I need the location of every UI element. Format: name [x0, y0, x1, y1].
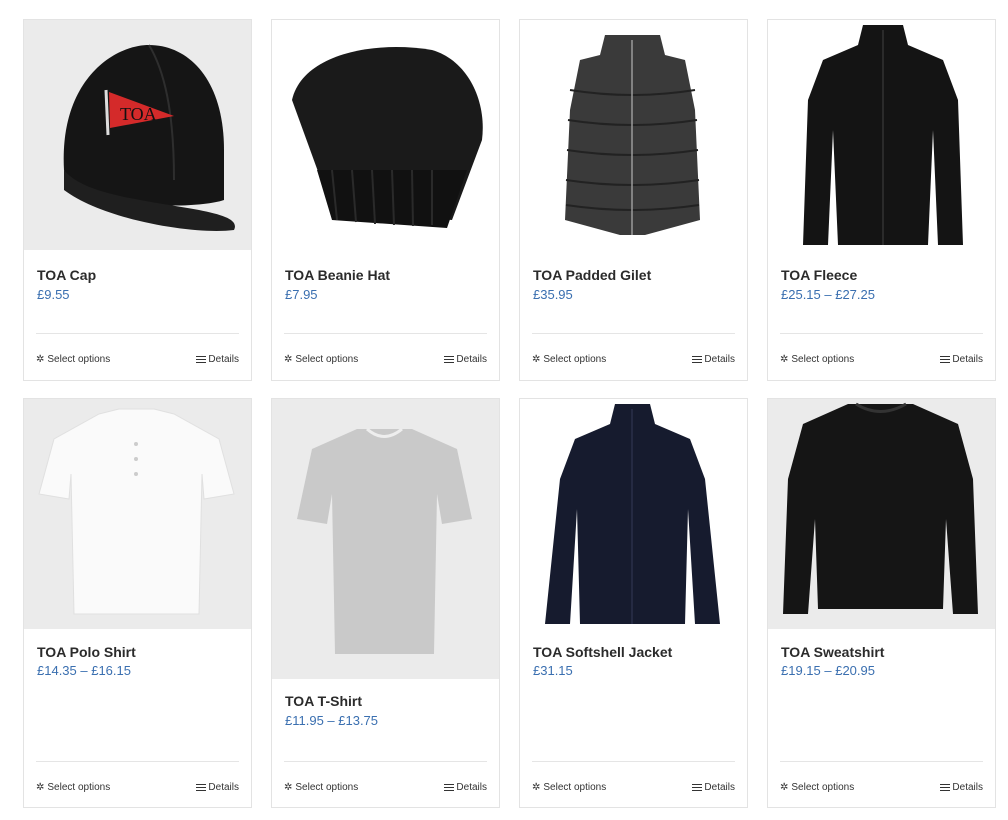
product-image[interactable] [272, 20, 499, 250]
gear-icon: ✲ [284, 781, 293, 793]
divider [36, 333, 239, 334]
polo-shirt-image [38, 408, 235, 615]
divider [284, 333, 487, 334]
product-card[interactable]: TOA T-Shirt £11.95 – £13.75 ✲ Select opti… [271, 398, 500, 808]
product-price: £14.35 – £16.15 [37, 663, 131, 678]
product-title[interactable]: TOA Sweatshirt [781, 644, 884, 660]
details-button[interactable]: Details [940, 354, 983, 365]
details-button[interactable]: Details [444, 782, 487, 793]
divider [532, 761, 735, 762]
product-image[interactable] [768, 20, 995, 250]
svg-text:TOA: TOA [120, 104, 157, 124]
select-options-button[interactable]: ✲ Select options [780, 782, 854, 793]
details-button[interactable]: Details [196, 782, 239, 793]
product-title[interactable]: TOA Polo Shirt [37, 644, 136, 660]
product-image[interactable]: TOA [24, 20, 251, 250]
list-icon [940, 783, 951, 792]
details-button[interactable]: Details [196, 354, 239, 365]
divider [780, 333, 983, 334]
gear-icon: ✲ [780, 353, 789, 365]
gear-icon: ✲ [780, 781, 789, 793]
product-title[interactable]: TOA T-Shirt [285, 693, 362, 709]
gear-icon: ✲ [532, 353, 541, 365]
product-card[interactable]: TOA Fleece £25.15 – £27.25 ✲ Select optio… [767, 19, 996, 381]
gear-icon: ✲ [284, 353, 293, 365]
product-card[interactable]: TOA Padded Gilet £35.95 ✲ Select options … [519, 19, 748, 381]
details-button[interactable]: Details [692, 782, 735, 793]
list-icon [444, 355, 455, 364]
fleece-image [803, 25, 963, 245]
select-options-button[interactable]: ✲ Select options [284, 782, 358, 793]
gear-icon: ✲ [36, 353, 45, 365]
product-price: £19.15 – £20.95 [781, 663, 875, 678]
gear-icon: ✲ [36, 781, 45, 793]
select-options-button[interactable]: ✲ Select options [36, 782, 110, 793]
product-card[interactable]: TOA Beanie Hat £7.95 ✲ Select options Det… [271, 19, 500, 381]
select-options-button[interactable]: ✲ Select options [780, 354, 854, 365]
product-image[interactable] [272, 399, 499, 679]
gear-icon: ✲ [532, 781, 541, 793]
product-card[interactable]: TOA Sweatshirt £19.15 – £20.95 ✲ Select o… [767, 398, 996, 808]
product-price: £35.95 [533, 287, 573, 302]
product-price: £11.95 – £13.75 [285, 713, 379, 728]
list-icon [692, 783, 703, 792]
select-options-button[interactable]: ✲ Select options [532, 782, 606, 793]
divider [532, 333, 735, 334]
product-title[interactable]: TOA Softshell Jacket [533, 644, 672, 660]
product-card[interactable]: TOA Polo Shirt £14.35 – £16.15 ✲ Select o… [23, 398, 252, 808]
list-icon [444, 783, 455, 792]
beanie-image [292, 47, 483, 228]
gilet-image [565, 35, 700, 235]
product-title[interactable]: TOA Cap [37, 267, 96, 283]
divider [780, 761, 983, 762]
cap-image: TOA [63, 44, 235, 231]
product-price: £9.55 [37, 287, 70, 302]
product-price: £31.15 [533, 663, 573, 678]
product-image[interactable] [520, 20, 747, 250]
details-button[interactable]: Details [940, 782, 983, 793]
details-button[interactable]: Details [444, 354, 487, 365]
select-options-button[interactable]: ✲ Select options [36, 354, 110, 365]
product-title[interactable]: TOA Fleece [781, 267, 857, 283]
product-title[interactable]: TOA Padded Gilet [533, 267, 651, 283]
list-icon [196, 355, 207, 364]
product-image[interactable] [520, 399, 747, 629]
product-price: £25.15 – £27.25 [781, 287, 875, 302]
product-title[interactable]: TOA Beanie Hat [285, 267, 390, 283]
list-icon [692, 355, 703, 364]
product-price: £7.95 [285, 287, 318, 302]
t-shirt-image [297, 427, 472, 654]
product-card[interactable]: TOA TOA Cap £9.55 ✲ Select options Detail… [23, 19, 252, 381]
details-button[interactable]: Details [692, 354, 735, 365]
softshell-jacket-image [545, 404, 720, 624]
divider [284, 761, 487, 762]
divider [36, 761, 239, 762]
list-icon [940, 355, 951, 364]
list-icon [196, 783, 207, 792]
product-image[interactable] [24, 399, 251, 629]
sweatshirt-image [783, 402, 978, 614]
select-options-button[interactable]: ✲ Select options [284, 354, 358, 365]
select-options-button[interactable]: ✲ Select options [532, 354, 606, 365]
product-card[interactable]: TOA Softshell Jacket £31.15 ✲ Select opti… [519, 398, 748, 808]
product-image[interactable] [768, 399, 995, 629]
